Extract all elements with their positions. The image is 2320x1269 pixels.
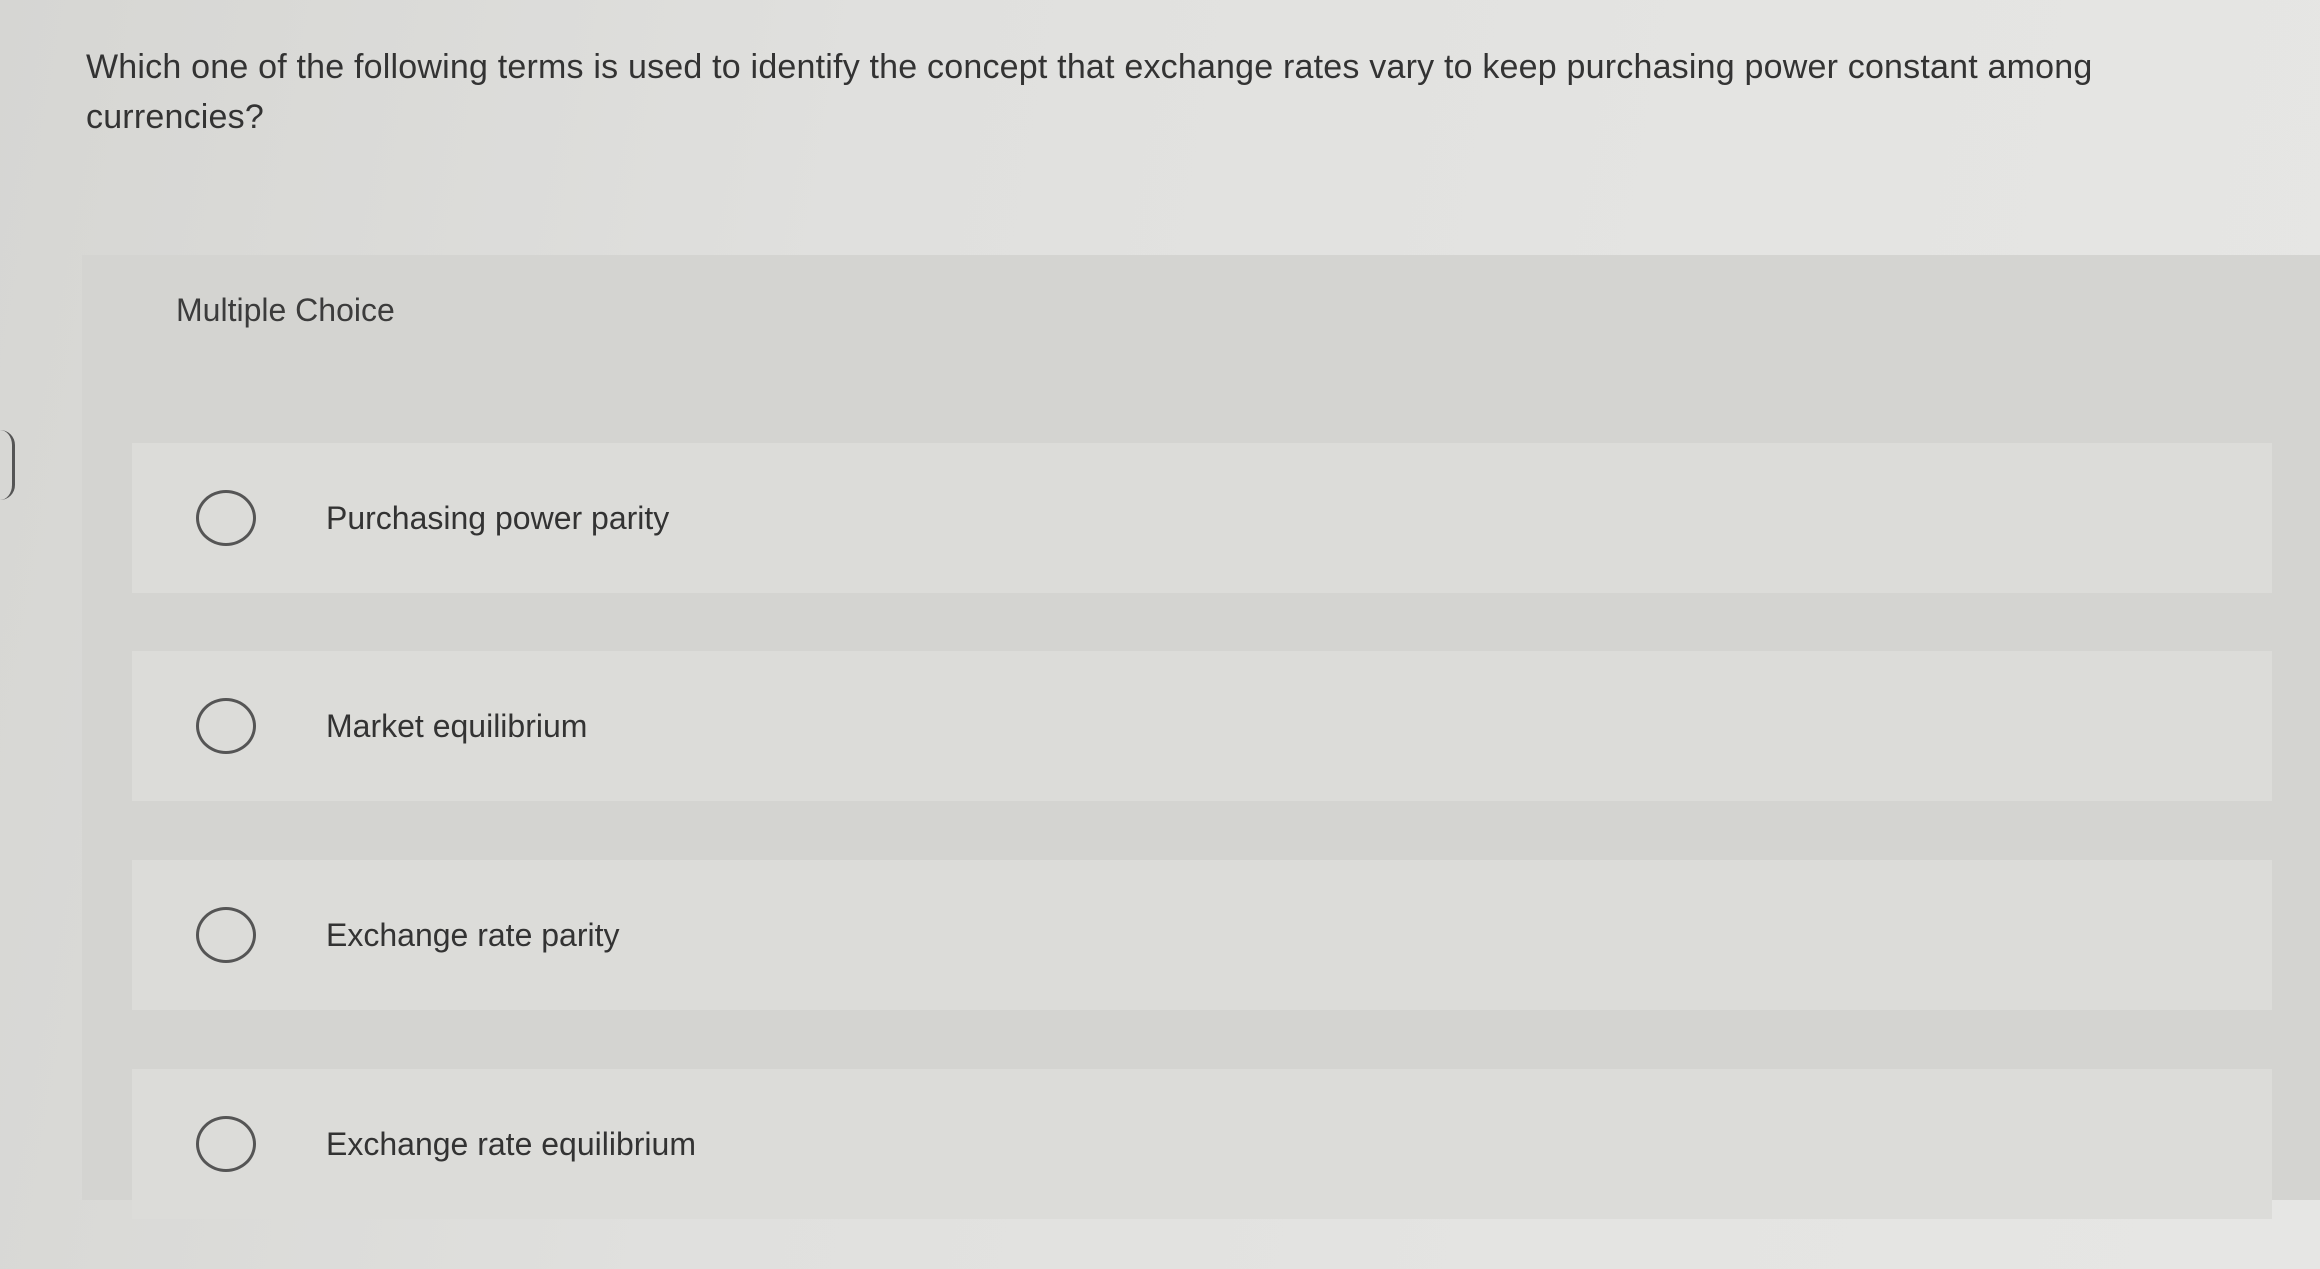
radio-button[interactable] bbox=[196, 490, 256, 546]
radio-button[interactable] bbox=[196, 698, 256, 754]
option-market-equilibrium[interactable]: Market equilibrium bbox=[132, 651, 2272, 801]
window-edge bbox=[0, 430, 15, 500]
radio-button[interactable] bbox=[196, 1116, 256, 1172]
question-text: Which one of the following terms is used… bbox=[86, 48, 2093, 136]
option-purchasing-power-parity[interactable]: Purchasing power parity bbox=[132, 443, 2272, 593]
option-label: Exchange rate equilibrium bbox=[326, 1125, 696, 1162]
option-label: Exchange rate parity bbox=[326, 916, 620, 953]
page-background: Which one of the following terms is used… bbox=[0, 0, 2320, 1269]
option-label: Purchasing power parity bbox=[326, 499, 670, 536]
multiple-choice-label: Multiple Choice bbox=[176, 292, 395, 328]
option-exchange-rate-equilibrium[interactable]: Exchange rate equilibrium bbox=[132, 1069, 2272, 1219]
option-label: Market equilibrium bbox=[326, 707, 588, 744]
option-exchange-rate-parity[interactable]: Exchange rate parity bbox=[132, 860, 2272, 1010]
radio-button[interactable] bbox=[196, 907, 256, 963]
